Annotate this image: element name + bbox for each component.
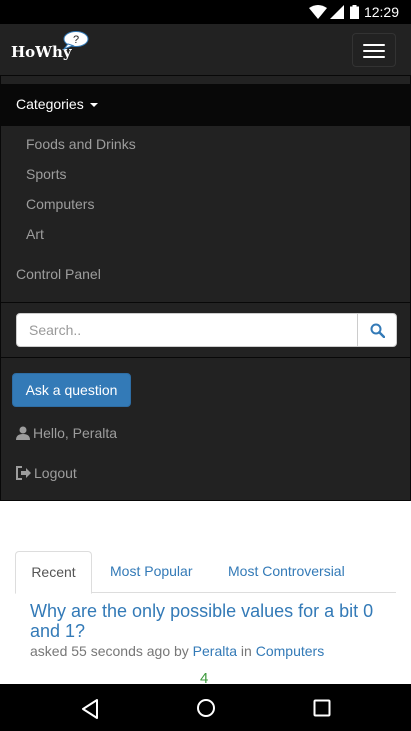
search-button[interactable]	[357, 313, 397, 347]
divider	[1, 357, 410, 358]
asked-time: asked 55 seconds ago by	[30, 643, 189, 659]
logout-text: Logout	[34, 465, 77, 481]
divider	[1, 302, 410, 303]
cell-signal-icon	[330, 5, 344, 19]
home-icon[interactable]	[196, 698, 216, 718]
categories-label: Categories	[16, 96, 84, 112]
user-icon	[16, 426, 30, 440]
navbar: HoWhy ?	[0, 24, 411, 76]
question-bubble-icon: ?	[62, 31, 89, 50]
control-panel-link[interactable]: Control Panel	[16, 266, 101, 282]
recents-icon[interactable]	[313, 699, 331, 717]
search-icon	[370, 323, 385, 338]
author-link[interactable]: Peralta	[193, 643, 237, 659]
system-navigation-bar	[0, 684, 411, 731]
greeting-text: Hello, Peralta	[33, 425, 118, 441]
user-greeting[interactable]: Hello, Peralta	[16, 425, 117, 441]
status-bar: 12:29	[0, 0, 411, 24]
category-foods-and-drinks[interactable]: Foods and Drinks	[26, 136, 136, 152]
tab-most-controversial[interactable]: Most Controversial	[228, 551, 345, 593]
menu-toggle-button[interactable]	[352, 33, 396, 67]
search-input[interactable]	[16, 313, 358, 347]
tab-most-popular[interactable]: Most Popular	[110, 551, 192, 593]
category-computers[interactable]: Computers	[26, 196, 94, 212]
clock: 12:29	[363, 4, 399, 20]
search-form	[16, 313, 397, 347]
battery-icon	[350, 5, 359, 19]
tab-recent[interactable]: Recent	[15, 551, 92, 594]
category-link[interactable]: Computers	[256, 643, 324, 659]
bubble-text: ?	[73, 34, 79, 46]
ask-question-button[interactable]: Ask a question	[12, 373, 131, 407]
caret-down-icon	[89, 103, 98, 108]
question-tabs: Recent Most Popular Most Controversial	[15, 551, 396, 594]
back-icon[interactable]	[81, 699, 99, 719]
nav-menu: Categories Foods and Drinks Sports Compu…	[0, 76, 411, 501]
in-word: in	[240, 643, 252, 659]
logout-link[interactable]: Logout	[16, 465, 77, 481]
question-meta: asked 55 seconds ago by Peralta in Compu…	[30, 643, 324, 659]
wifi-icon	[309, 5, 327, 19]
question-title-link[interactable]: Why are the only possible values for a b…	[30, 601, 390, 641]
category-art[interactable]: Art	[26, 226, 44, 242]
category-sports[interactable]: Sports	[26, 166, 66, 182]
logout-icon	[16, 466, 31, 480]
categories-dropdown[interactable]: Categories	[1, 84, 410, 126]
